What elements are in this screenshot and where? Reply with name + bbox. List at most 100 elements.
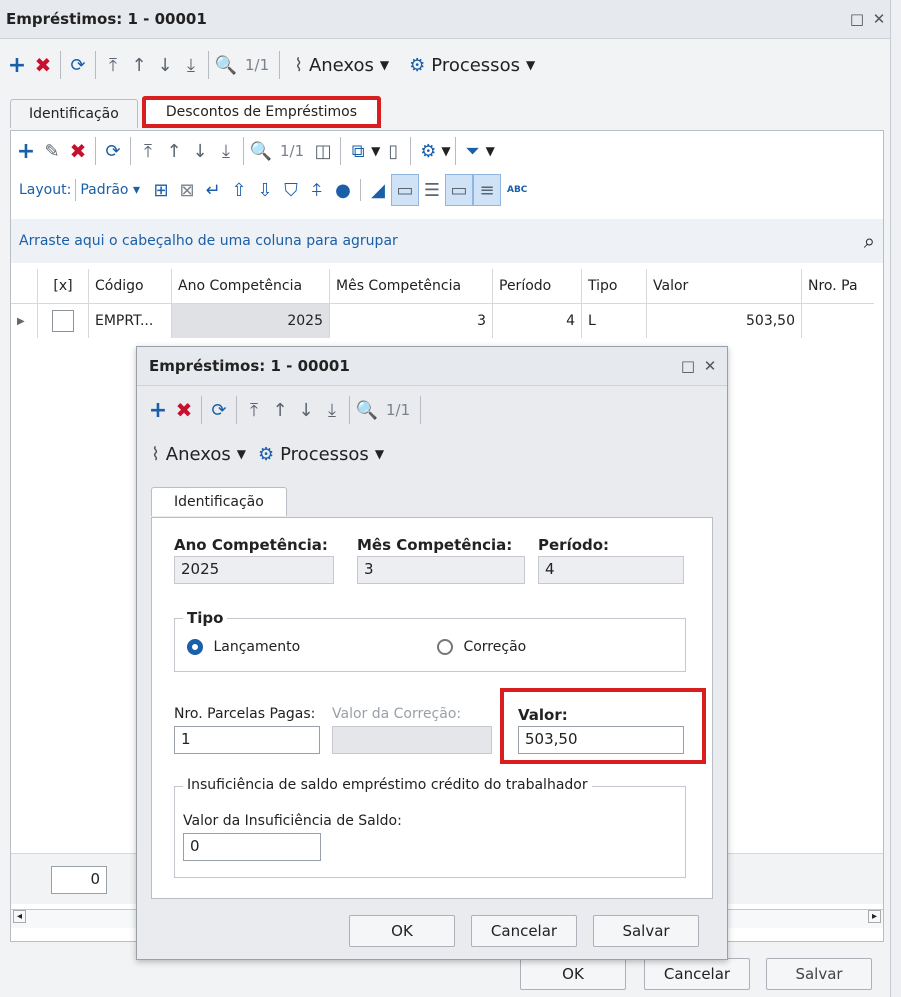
column-header[interactable]: [x]: [37, 269, 89, 304]
next-record-icon[interactable]: ↓: [293, 395, 319, 425]
first-record-icon[interactable]: ⤒: [241, 395, 267, 425]
dialog-tab-panel: Ano Competência: 2025 Mês Competência: 3…: [151, 517, 713, 899]
document-icon[interactable]: ▯: [380, 136, 406, 166]
column-header[interactable]: Período: [492, 269, 582, 304]
add-icon[interactable]: +: [13, 136, 39, 166]
next-record-icon[interactable]: ↓: [187, 136, 213, 166]
view-split-icon[interactable]: ☰: [419, 175, 445, 205]
move-down-icon[interactable]: ⇩: [252, 175, 278, 205]
column-header[interactable]: Tipo: [581, 269, 647, 304]
mes-field[interactable]: 3: [357, 556, 525, 584]
ano-field[interactable]: 2025: [174, 556, 334, 584]
chevron-down-icon[interactable]: ▼: [486, 144, 495, 158]
search-icon[interactable]: 🔍: [213, 50, 239, 80]
chart-icon[interactable]: ◢: [365, 175, 391, 205]
view-bottom-icon[interactable]: ▭: [390, 174, 419, 206]
anexos-menu[interactable]: ⌇ Anexos ▼: [145, 444, 252, 465]
previous-record-icon[interactable]: ↑: [126, 50, 152, 80]
footer-sum: 0: [51, 866, 107, 894]
filter-icon[interactable]: ⏷: [460, 136, 486, 166]
column-header[interactable]: Nro. Pa: [802, 269, 875, 304]
search-icon[interactable]: ⌕: [864, 229, 883, 253]
delete-icon[interactable]: ✖: [171, 395, 197, 425]
shape-icon[interactable]: ●: [330, 175, 356, 205]
insuficiencia-group: Insuficiência de saldo empréstimo crédit…: [174, 777, 686, 878]
add-icon[interactable]: +: [145, 395, 171, 425]
maximize-icon[interactable]: □: [846, 10, 868, 28]
paint-icon[interactable]: ⛉: [278, 175, 304, 205]
column-header[interactable]: Mês Competência: [329, 269, 493, 304]
first-record-icon[interactable]: ⤒: [100, 50, 126, 80]
gear-icon[interactable]: ⚙: [415, 136, 441, 166]
dialog-ok-button[interactable]: OK: [349, 915, 455, 947]
export-icon[interactable]: ⧉: [345, 136, 371, 166]
close-icon[interactable]: ✕: [699, 357, 721, 375]
radio-lancamento[interactable]: Lançamento: [187, 639, 300, 655]
edit-icon[interactable]: ✎: [39, 136, 65, 166]
layout-select[interactable]: Padrão ▾: [80, 182, 140, 198]
insuficiencia-label: Valor da Insuficiência de Saldo:: [183, 813, 402, 829]
close-icon[interactable]: ✕: [868, 10, 890, 28]
wrap-icon[interactable]: ↵: [200, 175, 226, 205]
last-record-icon[interactable]: ⤓: [178, 50, 204, 80]
valor-label: Valor:: [518, 706, 568, 724]
expand-icon[interactable]: ⊞: [148, 175, 174, 205]
column-header[interactable]: Código: [88, 269, 172, 304]
grid-toolbar: + ✎ ✖ ⟳ ⤒ ↑ ↓ ⤓ 🔍 1/1 ◫ ⧉ ▼ ▯ ⚙ ▼ ⏷ ▼: [11, 131, 883, 171]
cell-valor[interactable]: 503,50: [646, 303, 802, 338]
columns-icon[interactable]: ◫: [310, 136, 336, 166]
maximize-icon[interactable]: □: [677, 357, 699, 375]
previous-record-icon[interactable]: ↑: [267, 395, 293, 425]
ok-button[interactable]: OK: [520, 958, 626, 990]
scroll-right-icon[interactable]: ▸: [867, 910, 881, 923]
column-header[interactable]: Ano Competência: [171, 269, 330, 304]
column-header[interactable]: Valor: [646, 269, 802, 304]
anexos-menu[interactable]: ⌇ Anexos ▼: [284, 55, 399, 76]
scroll-left-icon[interactable]: ◂: [13, 910, 27, 923]
move-up-icon[interactable]: ⇧: [226, 175, 252, 205]
tab-identificacao[interactable]: Identificação: [10, 99, 138, 128]
last-record-icon[interactable]: ⤓: [319, 395, 345, 425]
add-icon[interactable]: +: [4, 50, 30, 80]
abc-icon[interactable]: ABC: [507, 185, 527, 195]
periodo-field[interactable]: 4: [538, 556, 684, 584]
cell-mes[interactable]: 3: [329, 303, 493, 338]
pin-icon[interactable]: ⍏: [304, 175, 330, 205]
search-icon[interactable]: 🔍: [354, 395, 380, 425]
dialog-save-button[interactable]: Salvar: [593, 915, 699, 947]
save-button[interactable]: Salvar: [766, 958, 872, 990]
cell-periodo[interactable]: 4: [492, 303, 582, 338]
next-record-icon[interactable]: ↓: [152, 50, 178, 80]
tab-descontos-emprestimos[interactable]: Descontos de Empréstimos: [141, 96, 382, 128]
parcelas-field[interactable]: 1: [174, 726, 320, 754]
view-lines-icon[interactable]: ≡: [472, 174, 501, 206]
cell-tipo[interactable]: L: [581, 303, 647, 338]
tab-identificacao[interactable]: Identificação: [151, 487, 287, 516]
last-record-icon[interactable]: ⤓: [213, 136, 239, 166]
table-row[interactable]: ▶ EMPRT... 2025 3 4 L 503,50: [11, 303, 874, 338]
refresh-icon[interactable]: ⟳: [206, 395, 232, 425]
chevron-down-icon[interactable]: ▼: [441, 144, 450, 158]
previous-record-icon[interactable]: ↑: [161, 136, 187, 166]
processos-menu[interactable]: ⚙ Processos ▼: [252, 444, 390, 465]
row-checkbox[interactable]: [52, 310, 74, 332]
processos-label: Processos: [431, 54, 520, 76]
processos-menu[interactable]: ⚙ Processos ▼: [399, 55, 545, 76]
cell-codigo[interactable]: EMPRT...: [88, 303, 172, 338]
dialog-cancel-button[interactable]: Cancelar: [471, 915, 577, 947]
radio-correcao[interactable]: Correção: [437, 639, 526, 655]
refresh-icon[interactable]: ⟳: [65, 50, 91, 80]
view-top-icon[interactable]: ▭: [444, 174, 473, 206]
delete-icon[interactable]: ✖: [65, 136, 91, 166]
insuficiencia-field[interactable]: 0: [183, 833, 321, 861]
delete-icon[interactable]: ✖: [30, 50, 56, 80]
refresh-icon[interactable]: ⟳: [100, 136, 126, 166]
valor-field[interactable]: 503,50: [518, 726, 684, 754]
first-record-icon[interactable]: ⤒: [135, 136, 161, 166]
cancel-button[interactable]: Cancelar: [644, 958, 750, 990]
search-icon[interactable]: 🔍: [248, 136, 274, 166]
chevron-down-icon[interactable]: ▼: [371, 144, 380, 158]
collapse-icon[interactable]: ⊠: [174, 175, 200, 205]
cell-ano[interactable]: 2025: [171, 303, 330, 338]
group-bar[interactable]: Arraste aqui o cabeçalho de uma coluna p…: [11, 219, 883, 263]
